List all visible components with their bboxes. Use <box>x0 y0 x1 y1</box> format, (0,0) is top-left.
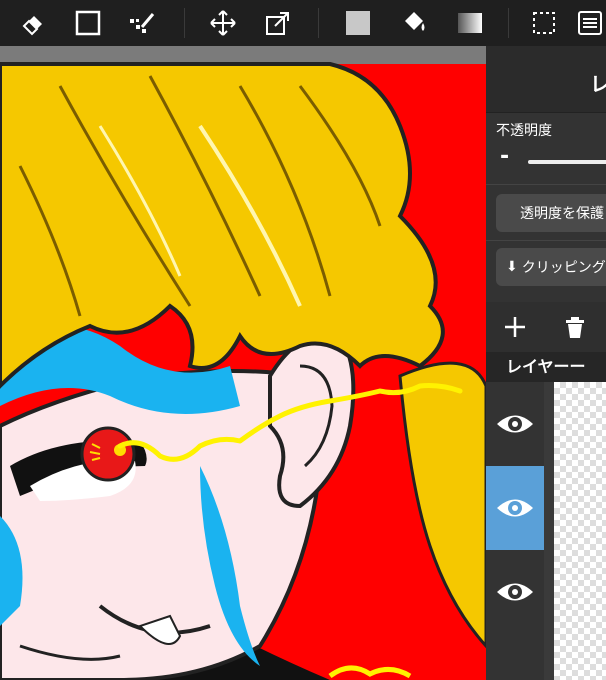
move-tool-button[interactable] <box>205 6 241 40</box>
magic-wand-icon <box>130 13 155 33</box>
rectangle-icon <box>75 10 101 36</box>
menu-button[interactable] <box>572 6 606 40</box>
opacity-slider[interactable] <box>528 160 606 164</box>
transform-icon <box>266 12 289 35</box>
eye-icon <box>497 499 533 517</box>
layer-item[interactable] <box>486 550 606 634</box>
layer-item-selected[interactable] <box>486 466 606 550</box>
toolbar-separator <box>508 8 509 38</box>
layer-thumbnail <box>554 382 606 466</box>
gradient-icon <box>458 13 482 33</box>
layer-spacer <box>544 466 554 550</box>
clipping-button[interactable]: ⬇ クリッピング <box>496 248 606 286</box>
magic-wand-button[interactable] <box>124 6 160 40</box>
eraser-icon <box>22 16 42 36</box>
eye-icon <box>497 415 533 433</box>
layer-actions-row <box>486 302 606 352</box>
protect-alpha-button[interactable]: 透明度を保護 <box>496 194 606 232</box>
layer-list-title: レイヤーー <box>486 352 606 382</box>
fill-color-button[interactable] <box>340 6 376 40</box>
gradient-tool-button[interactable] <box>452 6 488 40</box>
drawing-canvas[interactable] <box>0 46 486 680</box>
bucket-tool-button[interactable] <box>396 6 432 40</box>
move-icon <box>210 10 236 36</box>
plus-icon <box>505 317 525 337</box>
toolbar-separator <box>318 8 319 38</box>
transform-tool-button[interactable] <box>260 6 296 40</box>
menu-icon <box>578 11 602 35</box>
panel-header-title: レ <box>590 72 606 96</box>
opacity-label: 不透明度 <box>496 123 552 139</box>
layer-spacer <box>544 550 554 634</box>
eraser-tool-button[interactable] <box>16 6 52 40</box>
add-layer-button[interactable] <box>500 312 530 342</box>
layer-spacer <box>544 634 554 680</box>
eye-icon <box>497 583 533 601</box>
bucket-icon <box>405 12 425 31</box>
layer-visibility-toggle[interactable] <box>486 466 544 550</box>
layer-item[interactable] <box>486 382 606 466</box>
layer-item[interactable] <box>486 634 606 680</box>
layer-spacer <box>544 382 554 466</box>
fill-color-icon <box>346 11 370 35</box>
layer-thumbnail <box>554 634 606 680</box>
opacity-decrease-button[interactable]: - <box>500 144 509 169</box>
layer-panel: レ 不透明度 - 透明度を保護 ⬇ クリッピング レイヤーー <box>486 46 606 680</box>
trash-icon <box>566 317 584 338</box>
down-arrow-icon: ⬇ <box>506 259 518 275</box>
protect-alpha-label: 透明度を保護 <box>520 206 604 222</box>
lasso-select-icon <box>533 12 555 34</box>
top-toolbar <box>0 0 606 47</box>
artwork-illustration <box>0 46 486 680</box>
clipping-label: クリッピング <box>521 260 606 276</box>
panel-divider <box>486 184 606 185</box>
delete-layer-button[interactable] <box>560 312 590 342</box>
layer-visibility-toggle[interactable] <box>486 550 544 634</box>
panel-header: レ <box>486 46 606 113</box>
layer-visibility-toggle[interactable] <box>486 382 544 466</box>
toolbar-separator <box>184 8 185 38</box>
panel-divider <box>486 240 606 241</box>
layer-visibility-area[interactable] <box>486 634 544 680</box>
rectangle-select-button[interactable] <box>70 6 106 40</box>
layer-thumbnail <box>554 550 606 634</box>
layer-thumbnail <box>554 466 606 550</box>
lasso-select-button[interactable] <box>526 6 562 40</box>
